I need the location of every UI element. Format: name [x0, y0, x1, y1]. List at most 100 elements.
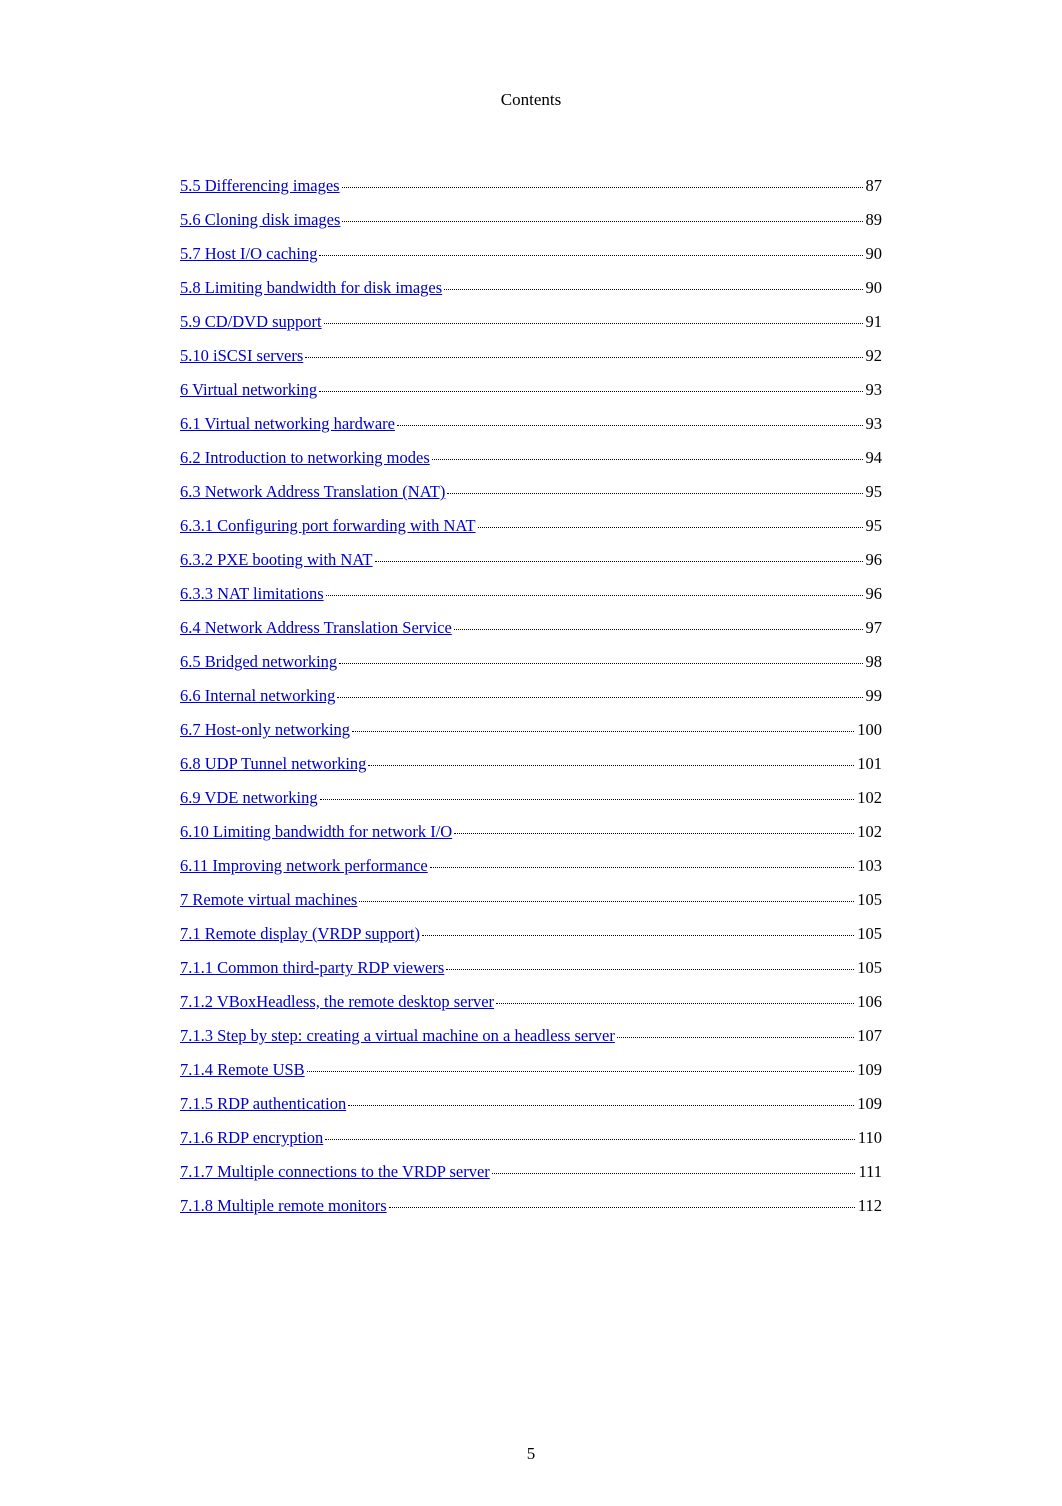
toc-page-number: 96 [865, 552, 883, 569]
toc-link[interactable]: 5.6 Cloning disk images [180, 212, 340, 229]
toc-leader-dots [496, 1003, 854, 1004]
toc-page-number: 90 [865, 246, 883, 263]
toc-entry: 6.5 Bridged networking98 [180, 654, 882, 671]
toc-page-number: 87 [865, 178, 883, 195]
toc-entry: 5.5 Differencing images 87 [180, 178, 882, 195]
toc-leader-dots [319, 255, 862, 256]
toc-page-number: 100 [856, 722, 882, 739]
toc-page-number: 111 [857, 1164, 882, 1181]
toc-link[interactable]: 5.5 Differencing images [180, 178, 340, 195]
toc-leader-dots [447, 493, 862, 494]
toc-leader-dots [478, 527, 863, 528]
toc-entry: 7.1.6 RDP encryption110 [180, 1130, 882, 1147]
toc-link[interactable]: 7.1.1 Common third-party RDP viewers [180, 960, 444, 977]
toc-page-number: 92 [865, 348, 883, 365]
toc-link[interactable]: 7.1.3 Step by step: creating a virtual m… [180, 1028, 615, 1045]
toc-entry: 7.1.3 Step by step: creating a virtual m… [180, 1028, 882, 1045]
toc-entry: 6.3.2 PXE booting with NAT 96 [180, 552, 882, 569]
toc-page-number: 105 [856, 892, 882, 909]
toc-link[interactable]: 5.9 CD/DVD support [180, 314, 322, 331]
toc-leader-dots [368, 765, 854, 766]
toc-leader-dots [454, 629, 863, 630]
toc-link[interactable]: 6.3.1 Configuring port forwarding with N… [180, 518, 476, 535]
toc-leader-dots [375, 561, 863, 562]
toc-entry: 6.3.3 NAT limitations 96 [180, 586, 882, 603]
toc-leader-dots [337, 697, 862, 698]
toc-link[interactable]: 6.5 Bridged networking [180, 654, 337, 671]
toc-link[interactable]: 6.2 Introduction to networking modes [180, 450, 430, 467]
toc-entry: 6.7 Host-only networking 100 [180, 722, 882, 739]
toc-entry: 5.8 Limiting bandwidth for disk images90 [180, 280, 882, 297]
toc-link[interactable]: 7.1 Remote display (VRDP support) [180, 926, 420, 943]
toc-page-number: 97 [865, 620, 883, 637]
toc-leader-dots [320, 799, 855, 800]
toc-link[interactable]: 6.1 Virtual networking hardware [180, 416, 395, 433]
toc-entry: 6 Virtual networking 93 [180, 382, 882, 399]
toc-leader-dots [432, 459, 863, 460]
toc-leader-dots [326, 595, 863, 596]
toc-link[interactable]: 6.9 VDE networking [180, 790, 318, 807]
page-header: Contents [180, 90, 882, 110]
toc-leader-dots [307, 1071, 855, 1072]
toc-entry: 6.2 Introduction to networking modes 94 [180, 450, 882, 467]
table-of-contents: 5.5 Differencing images 87 5.6 Cloning dis… [180, 178, 882, 1215]
toc-link[interactable]: 5.8 Limiting bandwidth for disk images [180, 280, 442, 297]
toc-leader-dots [352, 731, 854, 732]
toc-page-number: 93 [865, 382, 883, 399]
toc-link[interactable]: 7.1.6 RDP encryption [180, 1130, 323, 1147]
toc-entry: 6.3 Network Address Translation (NAT) 95 [180, 484, 882, 501]
toc-link[interactable]: 7.1.8 Multiple remote monitors [180, 1198, 387, 1215]
toc-leader-dots [430, 867, 855, 868]
toc-entry: 6.8 UDP Tunnel networking 101 [180, 756, 882, 773]
page-number: 5 [0, 1444, 1062, 1464]
toc-page-number: 107 [856, 1028, 882, 1045]
toc-link[interactable]: 7.1.7 Multiple connections to the VRDP s… [180, 1164, 490, 1181]
toc-link[interactable]: 5.7 Host I/O caching [180, 246, 317, 263]
toc-page-number: 103 [856, 858, 882, 875]
toc-leader-dots [422, 935, 854, 936]
toc-link[interactable]: 6.8 UDP Tunnel networking [180, 756, 366, 773]
toc-entry: 7.1.8 Multiple remote monitors112 [180, 1198, 882, 1215]
toc-link[interactable]: 6.3.3 NAT limitations [180, 586, 324, 603]
toc-leader-dots [389, 1207, 855, 1208]
toc-link[interactable]: 7.1.2 VBoxHeadless, the remote desktop s… [180, 994, 494, 1011]
toc-link[interactable]: 6.10 Limiting bandwidth for network I/O [180, 824, 452, 841]
toc-leader-dots [454, 833, 854, 834]
toc-entry: 7.1 Remote display (VRDP support) 105 [180, 926, 882, 943]
toc-entry: 7 Remote virtual machines 105 [180, 892, 882, 909]
toc-page-number: 109 [856, 1062, 882, 1079]
toc-link[interactable]: 6.4 Network Address Translation Service [180, 620, 452, 637]
toc-page-number: 95 [865, 484, 883, 501]
toc-leader-dots [342, 221, 862, 222]
toc-page-number: 105 [856, 926, 882, 943]
toc-page-number: 101 [856, 756, 882, 773]
toc-leader-dots [342, 187, 863, 188]
toc-link[interactable]: 7.1.5 RDP authentication [180, 1096, 346, 1113]
page-container: Contents 5.5 Differencing images 87 5.6 Cl… [0, 0, 1062, 1215]
toc-link[interactable]: 6.6 Internal networking [180, 688, 335, 705]
toc-link[interactable]: 6 Virtual networking [180, 382, 317, 399]
toc-leader-dots [348, 1105, 854, 1106]
toc-link[interactable]: 6.7 Host-only networking [180, 722, 350, 739]
toc-link[interactable]: 7 Remote virtual machines [180, 892, 357, 909]
toc-link[interactable]: 6.3.2 PXE booting with NAT [180, 552, 373, 569]
toc-leader-dots [324, 323, 863, 324]
toc-page-number: 105 [856, 960, 882, 977]
toc-link[interactable]: 5.10 iSCSI servers [180, 348, 303, 365]
toc-link[interactable]: 6.11 Improving network performance [180, 858, 428, 875]
toc-entry: 6.1 Virtual networking hardware93 [180, 416, 882, 433]
toc-link[interactable]: 7.1.4 Remote USB [180, 1062, 305, 1079]
toc-link[interactable]: 6.3 Network Address Translation (NAT) [180, 484, 445, 501]
toc-page-number: 94 [865, 450, 883, 467]
toc-page-number: 91 [865, 314, 883, 331]
toc-leader-dots [359, 901, 854, 902]
toc-leader-dots [397, 425, 863, 426]
toc-page-number: 102 [856, 790, 882, 807]
toc-entry: 5.7 Host I/O caching 90 [180, 246, 882, 263]
toc-page-number: 102 [856, 824, 882, 841]
toc-leader-dots [305, 357, 862, 358]
toc-leader-dots [446, 969, 854, 970]
toc-page-number: 96 [865, 586, 883, 603]
toc-entry: 5.10 iSCSI servers 92 [180, 348, 882, 365]
toc-leader-dots [319, 391, 862, 392]
